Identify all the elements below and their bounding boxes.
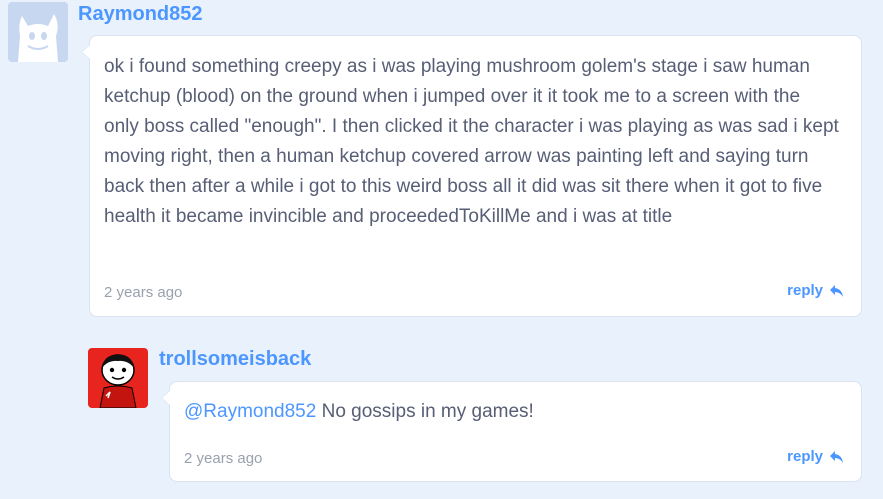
comment-text: @Raymond852 No gossips in my games! <box>184 397 844 427</box>
comment-bubble: @Raymond852 No gossips in my games! 2 ye… <box>161 381 862 482</box>
mention-link[interactable]: @Raymond852 <box>184 401 316 422</box>
comment-timestamp: 2 years ago <box>104 284 183 301</box>
comment-timestamp: 2 years ago <box>184 450 263 467</box>
comment-body: No gossips in my games! <box>316 401 534 422</box>
reply-arrow-icon <box>830 284 843 297</box>
username-link[interactable]: Raymond852 <box>78 3 203 26</box>
scratch-cat-avatar-icon <box>8 2 68 62</box>
avatar[interactable] <box>8 2 68 62</box>
comment-text: ok i found something creepy as i was pla… <box>104 56 839 227</box>
reply-arrow-icon <box>830 450 843 463</box>
username-link[interactable]: trollsomeisback <box>159 348 311 371</box>
reply-label: reply <box>787 448 823 465</box>
reply-button[interactable]: reply <box>787 448 845 465</box>
comment-bubble: ok i found something creepy as i was pla… <box>81 35 862 317</box>
avatar[interactable] <box>88 348 148 408</box>
red-character-avatar-icon <box>88 348 148 408</box>
reply-button[interactable]: reply <box>787 282 845 299</box>
reply-label: reply <box>787 282 823 299</box>
